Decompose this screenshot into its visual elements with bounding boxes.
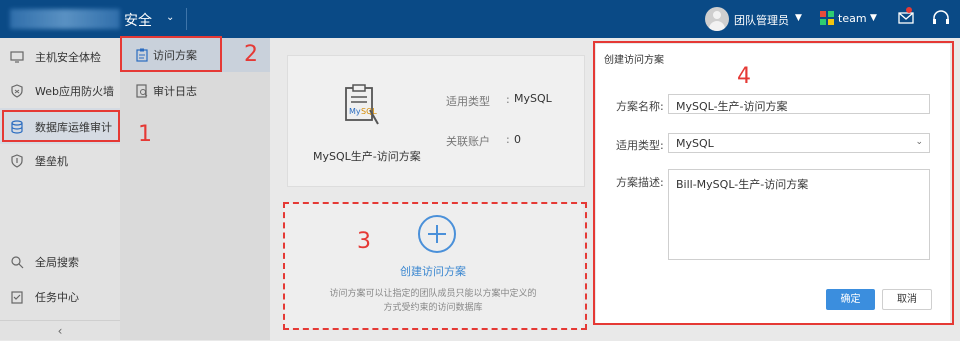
sidebar-item-label: 堡垒机 — [35, 155, 68, 168]
svg-text:My: My — [349, 107, 361, 116]
sub-navigation: 访问方案 审计日志 — [120, 38, 270, 340]
mysql-plan-icon: My SQL — [345, 84, 379, 125]
chevron-left-icon: ‹ — [57, 324, 63, 338]
sidebar-item-tasks[interactable]: 任务中心 — [0, 278, 120, 314]
sidebar: 主机安全体检 Web应用防火墙 数据库运维审计 堡垒机 全局搜索 任务中心 ‹ — [0, 38, 120, 340]
svg-text:SQL: SQL — [361, 107, 377, 116]
annotation-number-3: 3 — [357, 229, 371, 254]
shield-icon — [11, 154, 23, 168]
monitor-icon — [10, 51, 24, 63]
brand-logo — [10, 9, 120, 29]
user-menu[interactable]: 团队管理员 — [734, 12, 789, 28]
chevron-down-icon[interactable]: ▼ — [870, 13, 877, 23]
accounts-label: 关联账户 — [446, 135, 490, 148]
avatar[interactable] — [705, 7, 729, 31]
team-logo-icon — [820, 11, 834, 25]
access-plan-card[interactable]: My SQL MySQL生产-访问方案 适用类型 : MySQL 关联账户 : … — [287, 55, 585, 187]
headset-icon[interactable] — [932, 10, 950, 29]
sidebar-item-bastion[interactable]: 堡垒机 — [0, 142, 120, 178]
sidebar-item-label: 主机安全体检 — [35, 51, 101, 64]
sidebar-item-search[interactable]: 全局搜索 — [0, 243, 120, 279]
colon: : — [506, 93, 510, 106]
top-bar: 安全 ⌄ 团队管理员 ▼ team ▼ — [0, 0, 960, 38]
message-icon[interactable] — [898, 7, 914, 29]
sidebar-item-label: Web应用防火墙 — [35, 85, 114, 98]
shield-bug-icon — [11, 84, 23, 98]
colon: : — [506, 133, 510, 146]
search-icon — [11, 256, 24, 269]
annotation-number-2: 2 — [244, 42, 258, 67]
product-name[interactable]: 安全 — [124, 10, 152, 30]
annotation-number-4: 4 — [737, 64, 751, 89]
collapse-sidebar-button[interactable]: ‹ — [0, 320, 120, 341]
team-menu[interactable]: team — [838, 12, 867, 25]
sidebar-item-label: 全局搜索 — [35, 256, 79, 269]
sidebar-item-host-check[interactable]: 主机安全体检 — [0, 38, 120, 74]
annotation-box-3 — [283, 202, 587, 330]
subnav-item-audit-log[interactable]: 审计日志 — [120, 74, 270, 108]
annotation-box-2 — [120, 36, 222, 72]
type-label: 适用类型 — [446, 95, 490, 108]
plan-name: MySQL生产-访问方案 — [313, 150, 421, 163]
divider — [186, 8, 187, 30]
sidebar-item-waf[interactable]: Web应用防火墙 — [0, 72, 120, 108]
annotation-box-4 — [593, 41, 954, 325]
sidebar-item-label: 任务中心 — [35, 291, 79, 304]
accounts-value: 0 — [514, 133, 521, 146]
type-value: MySQL — [514, 92, 552, 105]
log-icon — [136, 84, 148, 98]
checklist-icon — [11, 291, 23, 304]
chevron-down-icon[interactable]: ▼ — [795, 13, 802, 23]
annotation-number-1: 1 — [138, 122, 152, 147]
chevron-down-icon[interactable]: ⌄ — [166, 12, 174, 23]
annotation-box-1 — [2, 110, 120, 142]
subnav-item-label: 审计日志 — [153, 85, 197, 98]
